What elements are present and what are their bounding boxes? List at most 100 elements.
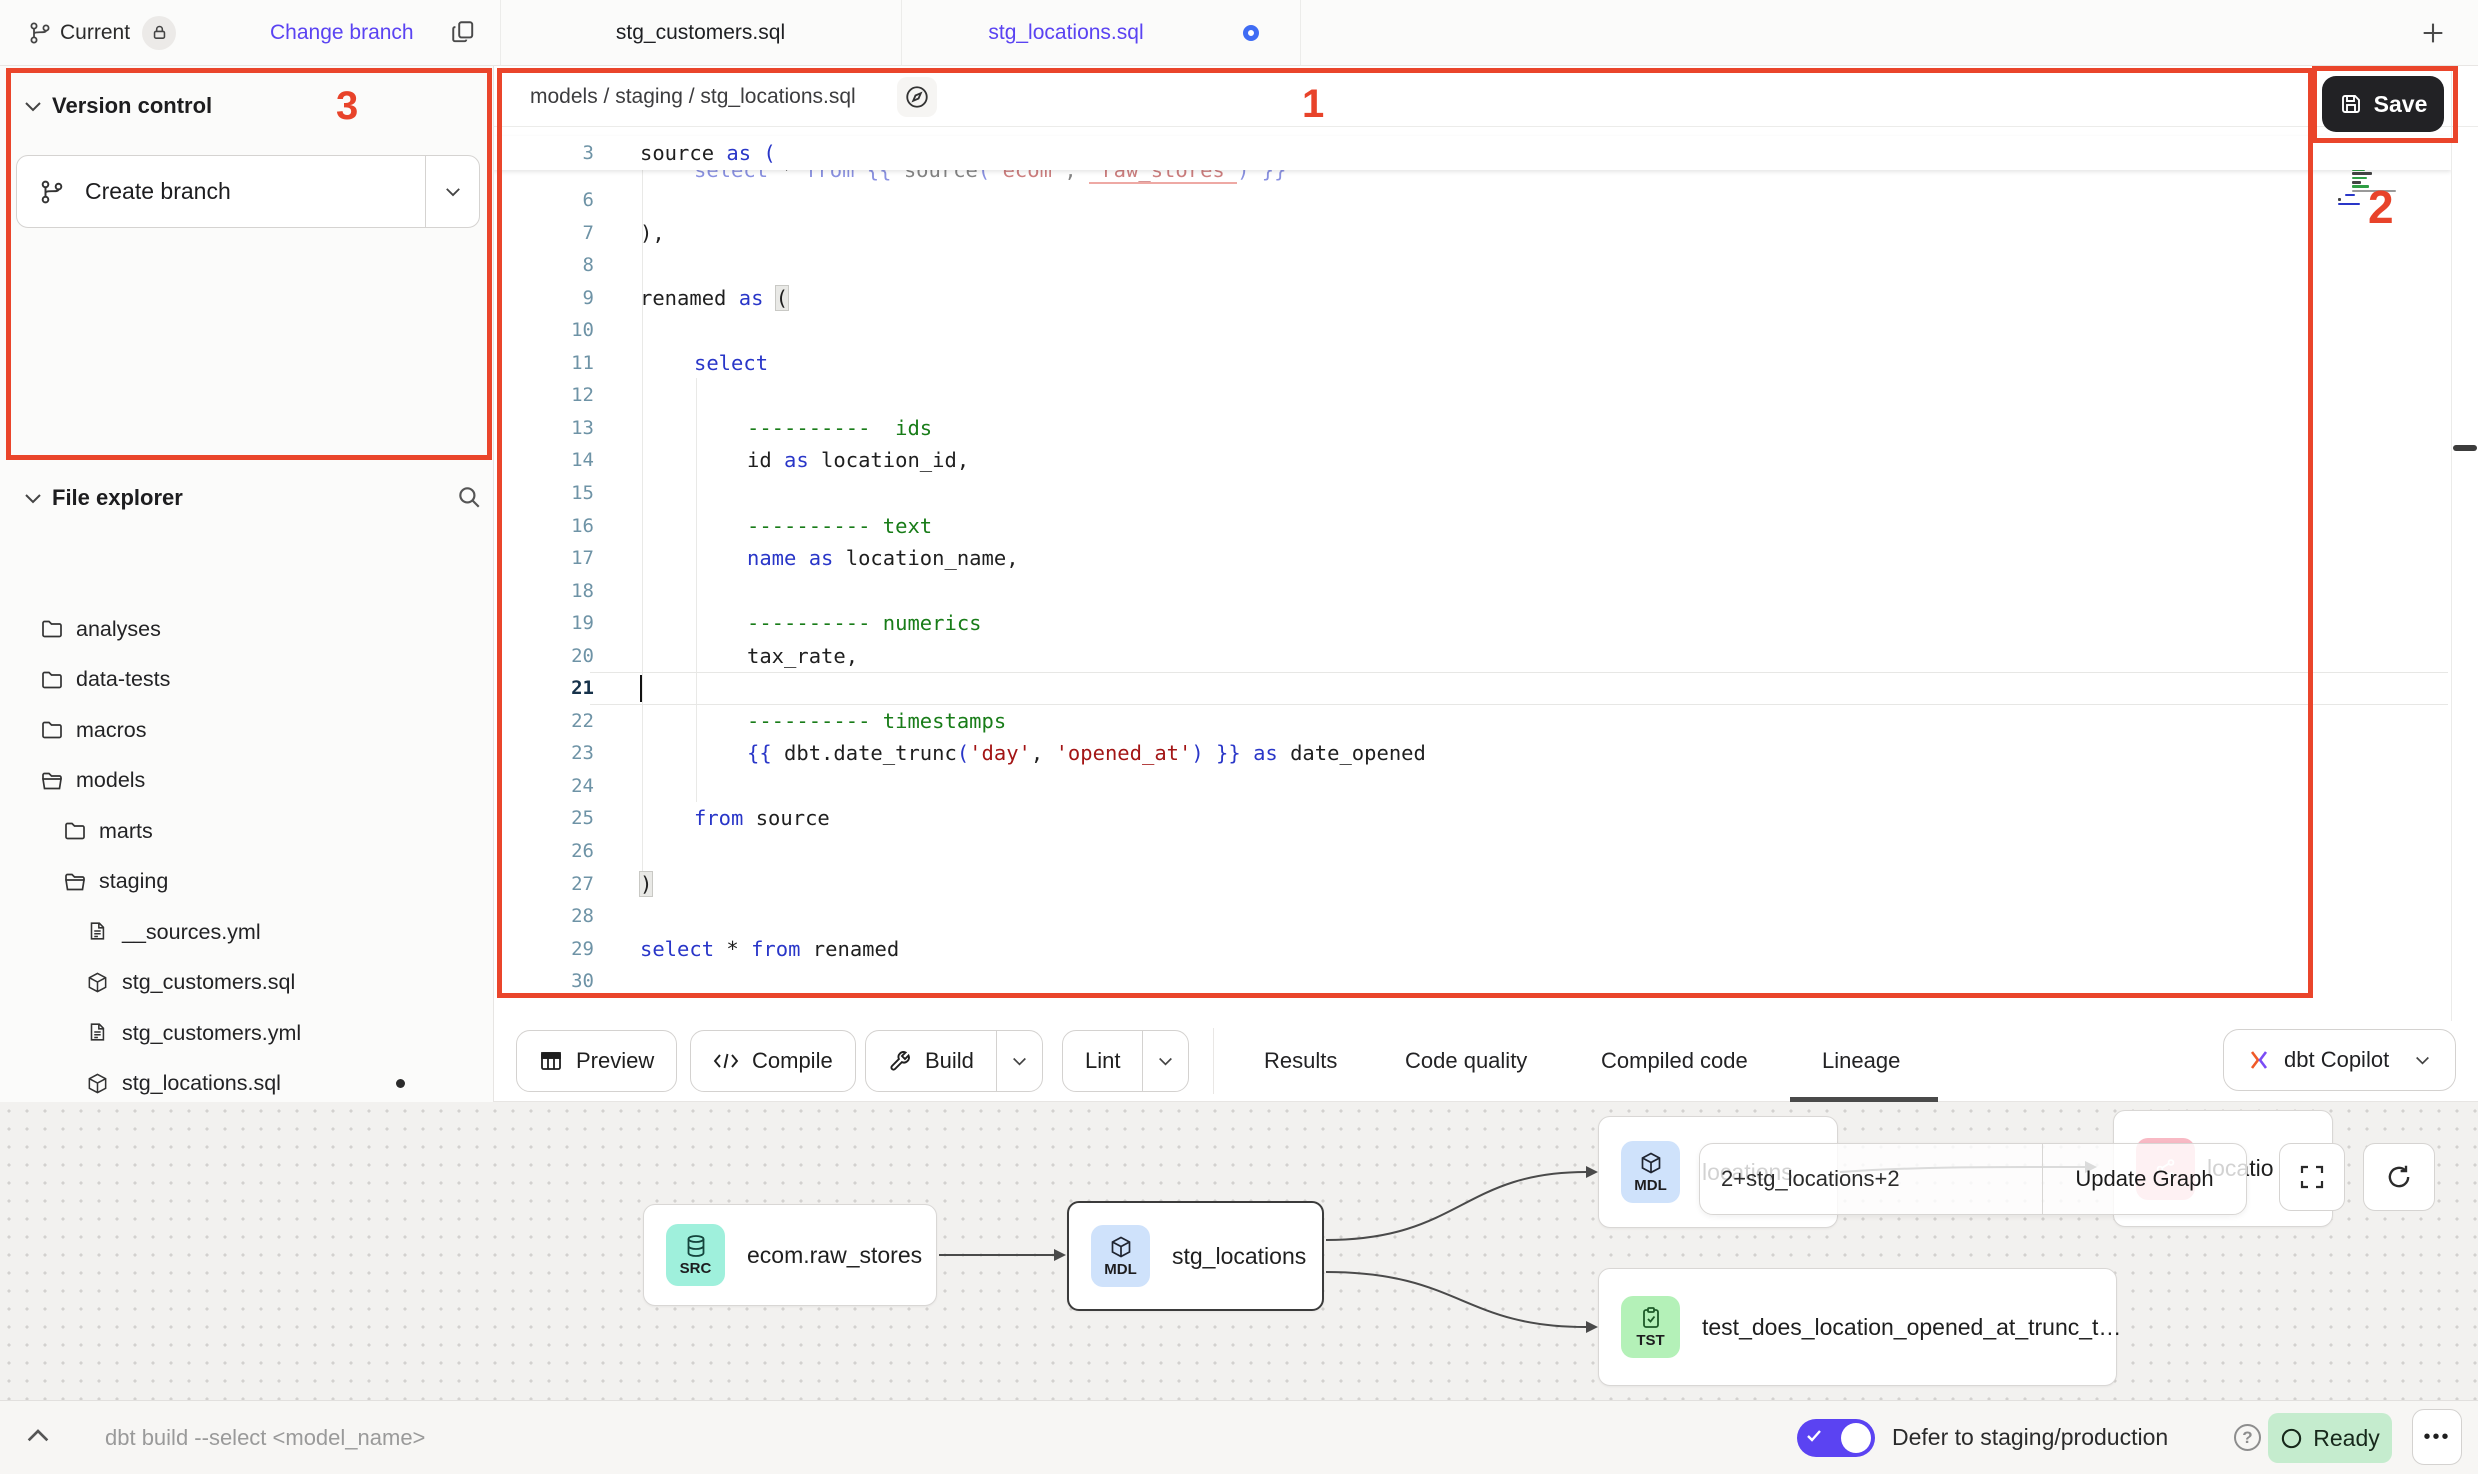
code-line-23[interactable]: 23{{ dbt.date_trunc('day', 'opened_at') …	[494, 737, 2451, 770]
code-line-9[interactable]: 9renamed as (	[494, 282, 2451, 315]
chevron-down-icon	[2415, 1055, 2430, 1065]
code-line-20[interactable]: 20tax_rate,	[494, 640, 2451, 673]
copy-branch-icon[interactable]	[450, 19, 476, 45]
table-icon	[539, 1049, 563, 1073]
file-item-marts[interactable]: marts	[0, 806, 494, 856]
bottom-toolbar: Preview Compile Build Lint Results Code …	[494, 1021, 2478, 1102]
code-line-13[interactable]: 13---------- ids	[494, 412, 2451, 445]
fullscreen-button[interactable]	[2279, 1143, 2345, 1211]
code-line-7[interactable]: 7),	[494, 217, 2451, 250]
lint-button[interactable]: Lint	[1062, 1030, 1189, 1092]
build-dropdown[interactable]	[996, 1031, 1042, 1091]
save-button[interactable]: Save	[2322, 76, 2444, 132]
build-button[interactable]: Build	[865, 1030, 1043, 1092]
code-line-5[interactable]: select * from {{ source('ecom', 'raw_sto…	[494, 170, 2451, 184]
code-editor: models / staging / stg_locations.sql 3so…	[494, 66, 2478, 1021]
file-item-macros[interactable]: macros	[0, 705, 494, 755]
code-line-18[interactable]: 18	[494, 575, 2451, 608]
tab-stg-customers-sql[interactable]: stg_customers.sql	[500, 0, 901, 65]
file-item-stg_locations.sql[interactable]: stg_locations.sql	[0, 1059, 494, 1109]
lineage-node-test[interactable]: TST test_does_location_opened_at_trunc_t…	[1598, 1268, 2117, 1386]
code-area[interactable]: 3source as (select * from {{ source('eco…	[494, 127, 2451, 1021]
version-control-header[interactable]: Version control	[0, 86, 494, 126]
code-line-8[interactable]: 8	[494, 249, 2451, 282]
minimap-line	[2352, 190, 2396, 193]
chevron-down-icon	[24, 100, 42, 112]
file-explorer-header[interactable]: File explorer	[0, 478, 494, 518]
tab-stg-locations-sql[interactable]: stg_locations.sql	[901, 0, 1231, 65]
code-line-22[interactable]: 22---------- timestamps	[494, 705, 2451, 738]
editor-breadcrumb-row: models / staging / stg_locations.sql	[494, 66, 2478, 127]
code-line-14[interactable]: 14id as location_id,	[494, 444, 2451, 477]
code-line-10[interactable]: 10	[494, 314, 2451, 347]
open-lineage-icon[interactable]	[897, 77, 937, 117]
file-item-stg_customers.sql[interactable]: stg_customers.sql	[0, 958, 494, 1008]
folder-open-icon	[40, 769, 64, 793]
tab-lineage[interactable]: Lineage	[1822, 1021, 1900, 1101]
tab-compiled-code[interactable]: Compiled code	[1601, 1021, 1748, 1101]
lineage-selector-input[interactable]: 2+stg_locations+2	[1700, 1144, 2042, 1214]
lineage-graph[interactable]: MDL locations locatio 2+stg_locations+2 …	[0, 1102, 2478, 1400]
minimap-line	[2352, 177, 2367, 180]
defer-toggle[interactable]	[1797, 1419, 1875, 1457]
more-options-button[interactable]: •••	[2412, 1409, 2462, 1465]
change-branch-link[interactable]: Change branch	[270, 0, 414, 65]
code-line-26[interactable]: 26	[494, 835, 2451, 868]
tab-results[interactable]: Results	[1264, 1021, 1337, 1101]
file-item-staging[interactable]: staging	[0, 857, 494, 907]
new-tab-button[interactable]	[2419, 19, 2447, 47]
file-item-data-tests[interactable]: data-tests	[0, 655, 494, 705]
command-input[interactable]: dbt build --select <model_name>	[105, 1401, 425, 1474]
lineage-search-overlay: 2+stg_locations+2 Update Graph	[1699, 1143, 2247, 1215]
code-line-24[interactable]: 24	[494, 770, 2451, 803]
defer-label: Defer to staging/production	[1892, 1401, 2168, 1474]
folder-icon	[63, 819, 87, 843]
status-badge-ready[interactable]: Ready	[2268, 1413, 2392, 1463]
create-branch-button[interactable]: Create branch	[16, 155, 480, 228]
fullscreen-icon	[2299, 1164, 2325, 1190]
git-branch-icon	[28, 21, 52, 45]
code-line-6[interactable]: 6	[494, 184, 2451, 217]
code-line-17[interactable]: 17name as location_name,	[494, 542, 2451, 575]
search-icon[interactable]	[456, 484, 482, 510]
compile-button[interactable]: Compile	[690, 1030, 856, 1092]
code-line-30[interactable]: 30	[494, 965, 2451, 998]
file-item-stg_customers.yml[interactable]: stg_customers.yml	[0, 1008, 494, 1058]
create-branch-dropdown[interactable]	[425, 156, 479, 227]
file-item-__sources.yml[interactable]: __sources.yml	[0, 907, 494, 957]
dbt-copilot-icon	[2246, 1047, 2272, 1073]
code-icon	[713, 1050, 739, 1072]
preview-button[interactable]: Preview	[516, 1030, 677, 1092]
code-line-25[interactable]: 25from source	[494, 802, 2451, 835]
lineage-node-stg-locations[interactable]: MDL stg_locations	[1067, 1201, 1324, 1311]
minimap-line	[2338, 198, 2341, 201]
folder-icon	[40, 617, 64, 641]
code-line-28[interactable]: 28	[494, 900, 2451, 933]
code-line-11[interactable]: 11select	[494, 347, 2451, 380]
lint-dropdown[interactable]	[1142, 1031, 1188, 1091]
git-branch-icon	[39, 179, 65, 205]
minimap-line	[2345, 194, 2355, 197]
update-graph-button[interactable]: Update Graph	[2042, 1144, 2246, 1214]
dbt-copilot-button[interactable]: dbt Copilot	[2223, 1029, 2456, 1091]
code-line-16[interactable]: 16---------- text	[494, 510, 2451, 543]
file-item-analyses[interactable]: analyses	[0, 604, 494, 654]
expand-command-bar-icon[interactable]	[26, 1427, 50, 1443]
chevron-down-icon	[24, 492, 42, 504]
code-line-21[interactable]: 21	[494, 672, 2451, 705]
tab-code-quality[interactable]: Code quality	[1405, 1021, 1527, 1101]
file-icon	[86, 1021, 110, 1045]
refresh-button[interactable]	[2363, 1143, 2435, 1211]
scrollbar-thumb[interactable]	[2453, 445, 2477, 451]
code-line-19[interactable]: 19---------- numerics	[494, 607, 2451, 640]
code-line-27[interactable]: 27)	[494, 868, 2451, 901]
file-item-models[interactable]: models	[0, 756, 494, 806]
code-line-15[interactable]: 15	[494, 477, 2451, 510]
unsaved-changes-dot	[1243, 25, 1259, 41]
help-icon[interactable]: ?	[2234, 1424, 2261, 1451]
code-line-29[interactable]: 29select * from renamed	[494, 933, 2451, 966]
lineage-node-ecom-raw-stores[interactable]: SRC ecom.raw_stores	[643, 1204, 937, 1306]
refresh-icon	[2385, 1163, 2413, 1191]
branch-lock-icon	[142, 16, 176, 50]
code-line-12[interactable]: 12	[494, 379, 2451, 412]
